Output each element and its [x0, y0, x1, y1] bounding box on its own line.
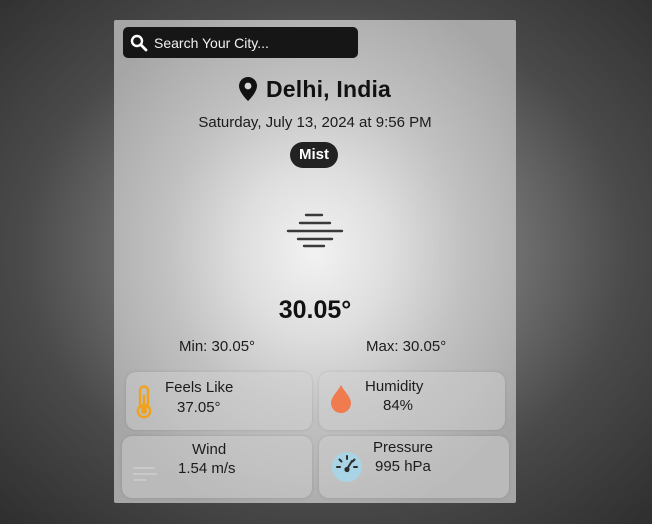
humidity-value: 84% [383, 397, 414, 414]
wind-label: Wind [192, 441, 227, 458]
min-temperature: Min: 30.05° [179, 338, 256, 355]
city-name: Delhi, India [265, 75, 392, 102]
max-temperature: Max: 30.05° [366, 338, 447, 355]
pressure-tile: Pressure 995 hPa [319, 436, 509, 498]
feels-like-value: 37.05° [177, 399, 221, 416]
location: Delhi, India [114, 75, 516, 103]
pressure-label: Pressure [373, 439, 434, 456]
wind-tile: Wind 1.54 m/s [122, 436, 312, 498]
humidity-tile: Humidity 84% [319, 372, 505, 430]
gauge-icon [331, 451, 363, 488]
weather-card: Delhi, India Saturday, July 13, 2024 at … [114, 20, 516, 503]
search-input[interactable] [154, 34, 354, 51]
water-drop-icon [329, 384, 353, 419]
wind-icon [132, 464, 158, 489]
wind-value: 1.54 m/s [178, 460, 236, 477]
feels-like-tile: Feels Like 37.05° [126, 372, 312, 430]
date-time: Saturday, July 13, 2024 at 9:56 PM [198, 114, 432, 131]
temperature: 30.05° [278, 296, 352, 324]
feels-like-label: Feels Like [165, 379, 234, 396]
humidity-label: Humidity [365, 378, 424, 395]
search-icon[interactable] [130, 34, 148, 52]
pressure-value: 995 hPa [375, 458, 431, 475]
mist-icon [286, 212, 344, 248]
condition-badge: Mist [290, 142, 338, 168]
thermometer-icon [135, 385, 153, 424]
map-pin-icon [238, 77, 257, 101]
search-bar[interactable] [123, 27, 358, 58]
